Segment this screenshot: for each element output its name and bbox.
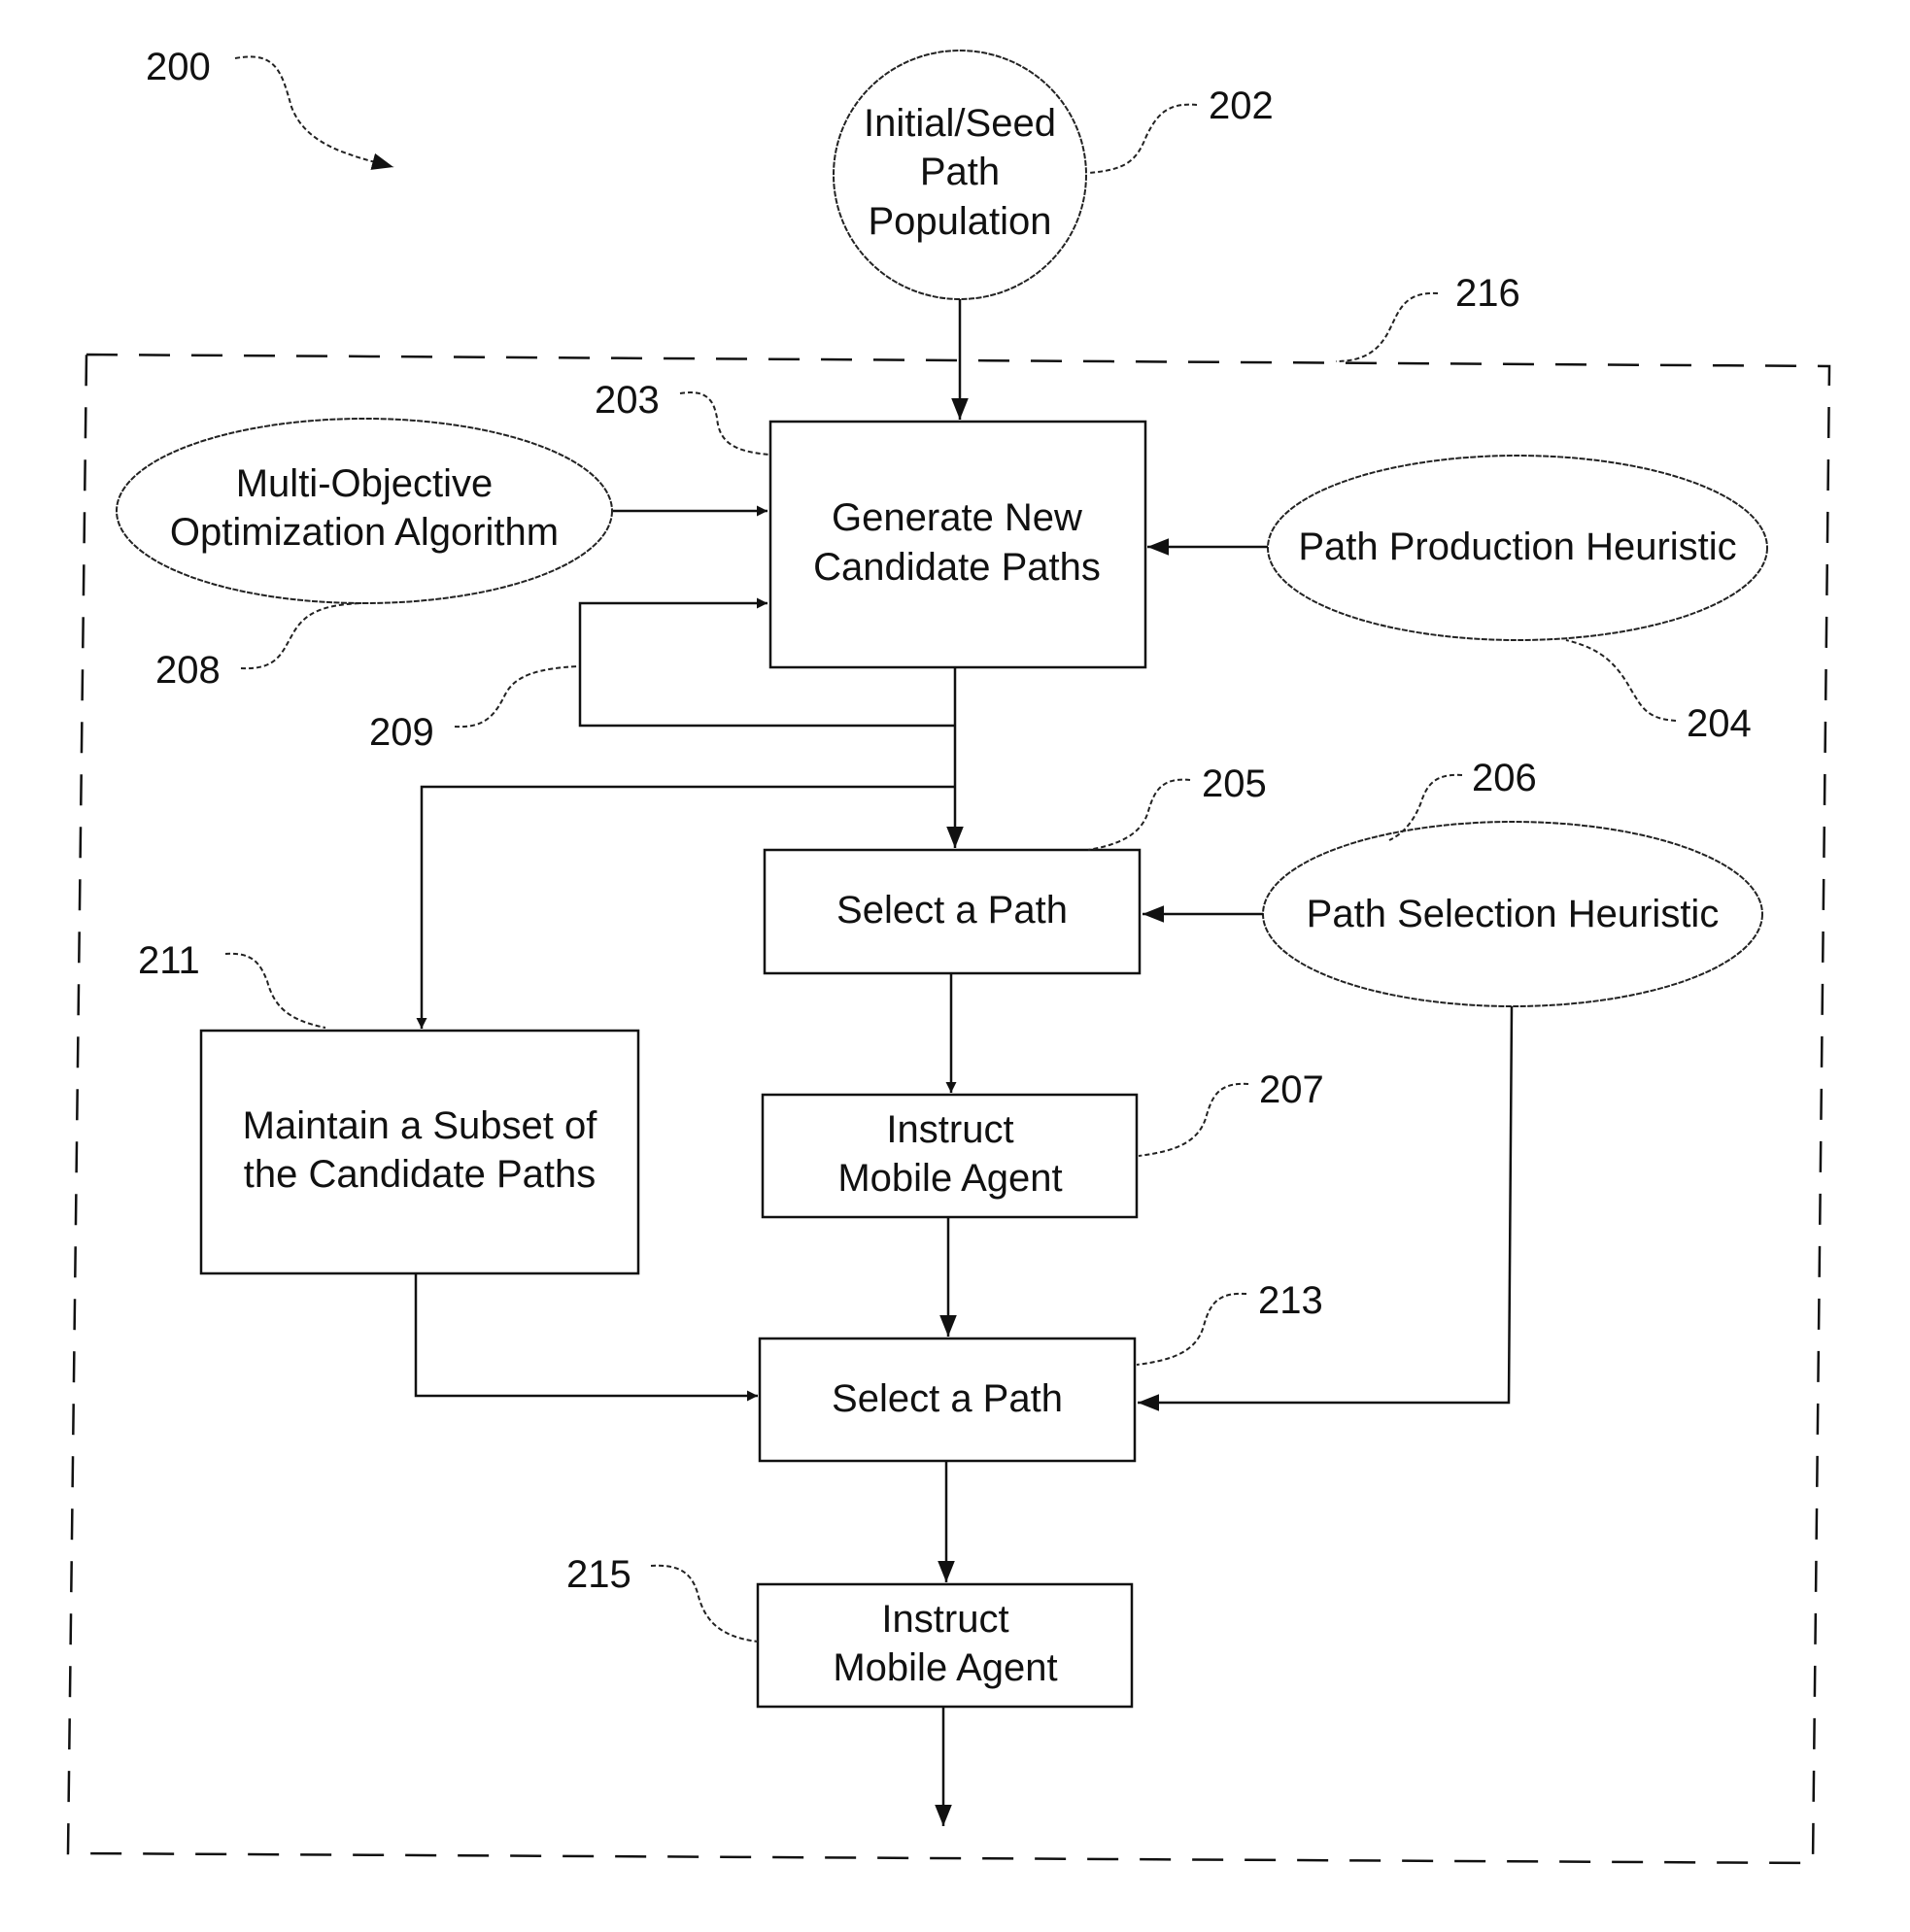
boundary-ref-label: 216 xyxy=(1455,272,1520,315)
loop-ref-label: 209 xyxy=(369,711,434,754)
select2-ref-label: 213 xyxy=(1258,1279,1323,1322)
figure-ref-label: 200 xyxy=(146,46,211,88)
instruct-agent-node-2[interactable]: Instruct Mobile Agent xyxy=(756,1582,1134,1709)
select1-text: Select a Path xyxy=(836,889,1068,932)
select2-leader xyxy=(1136,1292,1247,1366)
production-heuristic-line-1: Path Production Heuristic xyxy=(1298,525,1736,568)
seed-line-3: Population xyxy=(868,200,1051,243)
path-selection-heuristic-node[interactable]: Path Selection Heuristic xyxy=(1262,821,1763,1007)
select2-text: Select a Path xyxy=(832,1377,1063,1420)
moo-line-1: Multi-Objective xyxy=(236,462,494,505)
selection-ref-label: 206 xyxy=(1472,757,1537,799)
instruct2-ref-label: 215 xyxy=(566,1553,631,1596)
production-ref-label: 204 xyxy=(1687,702,1752,745)
loop-leader xyxy=(454,665,579,729)
moo-ref-label: 208 xyxy=(155,649,221,692)
path-production-heuristic-node[interactable]: Path Production Heuristic xyxy=(1267,455,1768,641)
generate-leader xyxy=(679,391,770,456)
select1-leader xyxy=(1087,778,1191,851)
moo-line-2: Optimization Algorithm xyxy=(170,511,559,554)
selection-heuristic-line-1: Path Selection Heuristic xyxy=(1307,893,1720,935)
seed-population-node[interactable]: Initial/Seed Path Population xyxy=(833,50,1087,300)
maintain-line-1: Maintain a Subset of xyxy=(243,1104,598,1147)
moo-leader xyxy=(240,602,365,670)
instruct1-line-2: Mobile Agent xyxy=(837,1157,1062,1200)
instruct1-leader xyxy=(1138,1082,1249,1157)
seed-ref-label: 202 xyxy=(1209,85,1274,127)
maintain-leader xyxy=(224,952,326,1029)
instruct2-leader xyxy=(650,1564,759,1643)
maintain-subset-node[interactable]: Maintain a Subset of the Candidate Paths xyxy=(199,1029,640,1275)
generate-line-2: Candidate Paths xyxy=(813,546,1101,589)
select-path-node-1[interactable]: Select a Path xyxy=(763,848,1142,975)
maintain-ref-label: 211 xyxy=(138,939,200,982)
production-leader xyxy=(1565,639,1677,722)
seed-line-2: Path xyxy=(920,151,1000,193)
multi-objective-algorithm-node[interactable]: Multi-Objective Optimization Algorithm xyxy=(116,418,613,604)
instruct2-line-2: Mobile Agent xyxy=(833,1646,1057,1689)
arrow-maintain-to-select2 xyxy=(414,1273,758,1402)
generate-ref-label: 203 xyxy=(595,379,660,422)
flowchart: 200 216 Initial/Seed Path Population 202… xyxy=(66,46,1831,1865)
instruct1-ref-label: 207 xyxy=(1259,1068,1324,1111)
select-path-node-2[interactable]: Select a Path xyxy=(758,1337,1137,1463)
instruct-agent-node-1[interactable]: Instruct Mobile Agent xyxy=(761,1093,1139,1219)
generate-line-1: Generate New xyxy=(832,496,1082,539)
figure-ref-leader xyxy=(234,55,394,170)
generate-candidates-node[interactable]: Generate New Candidate Paths xyxy=(768,420,1147,669)
instruct2-line-1: Instruct xyxy=(881,1598,1008,1641)
seed-leader xyxy=(1087,103,1198,174)
maintain-line-2: the Candidate Paths xyxy=(244,1153,596,1196)
seed-line-1: Initial/Seed xyxy=(864,102,1056,145)
select1-ref-label: 205 xyxy=(1202,763,1267,805)
boundary-leader xyxy=(1335,291,1439,362)
instruct1-line-1: Instruct xyxy=(886,1108,1013,1151)
